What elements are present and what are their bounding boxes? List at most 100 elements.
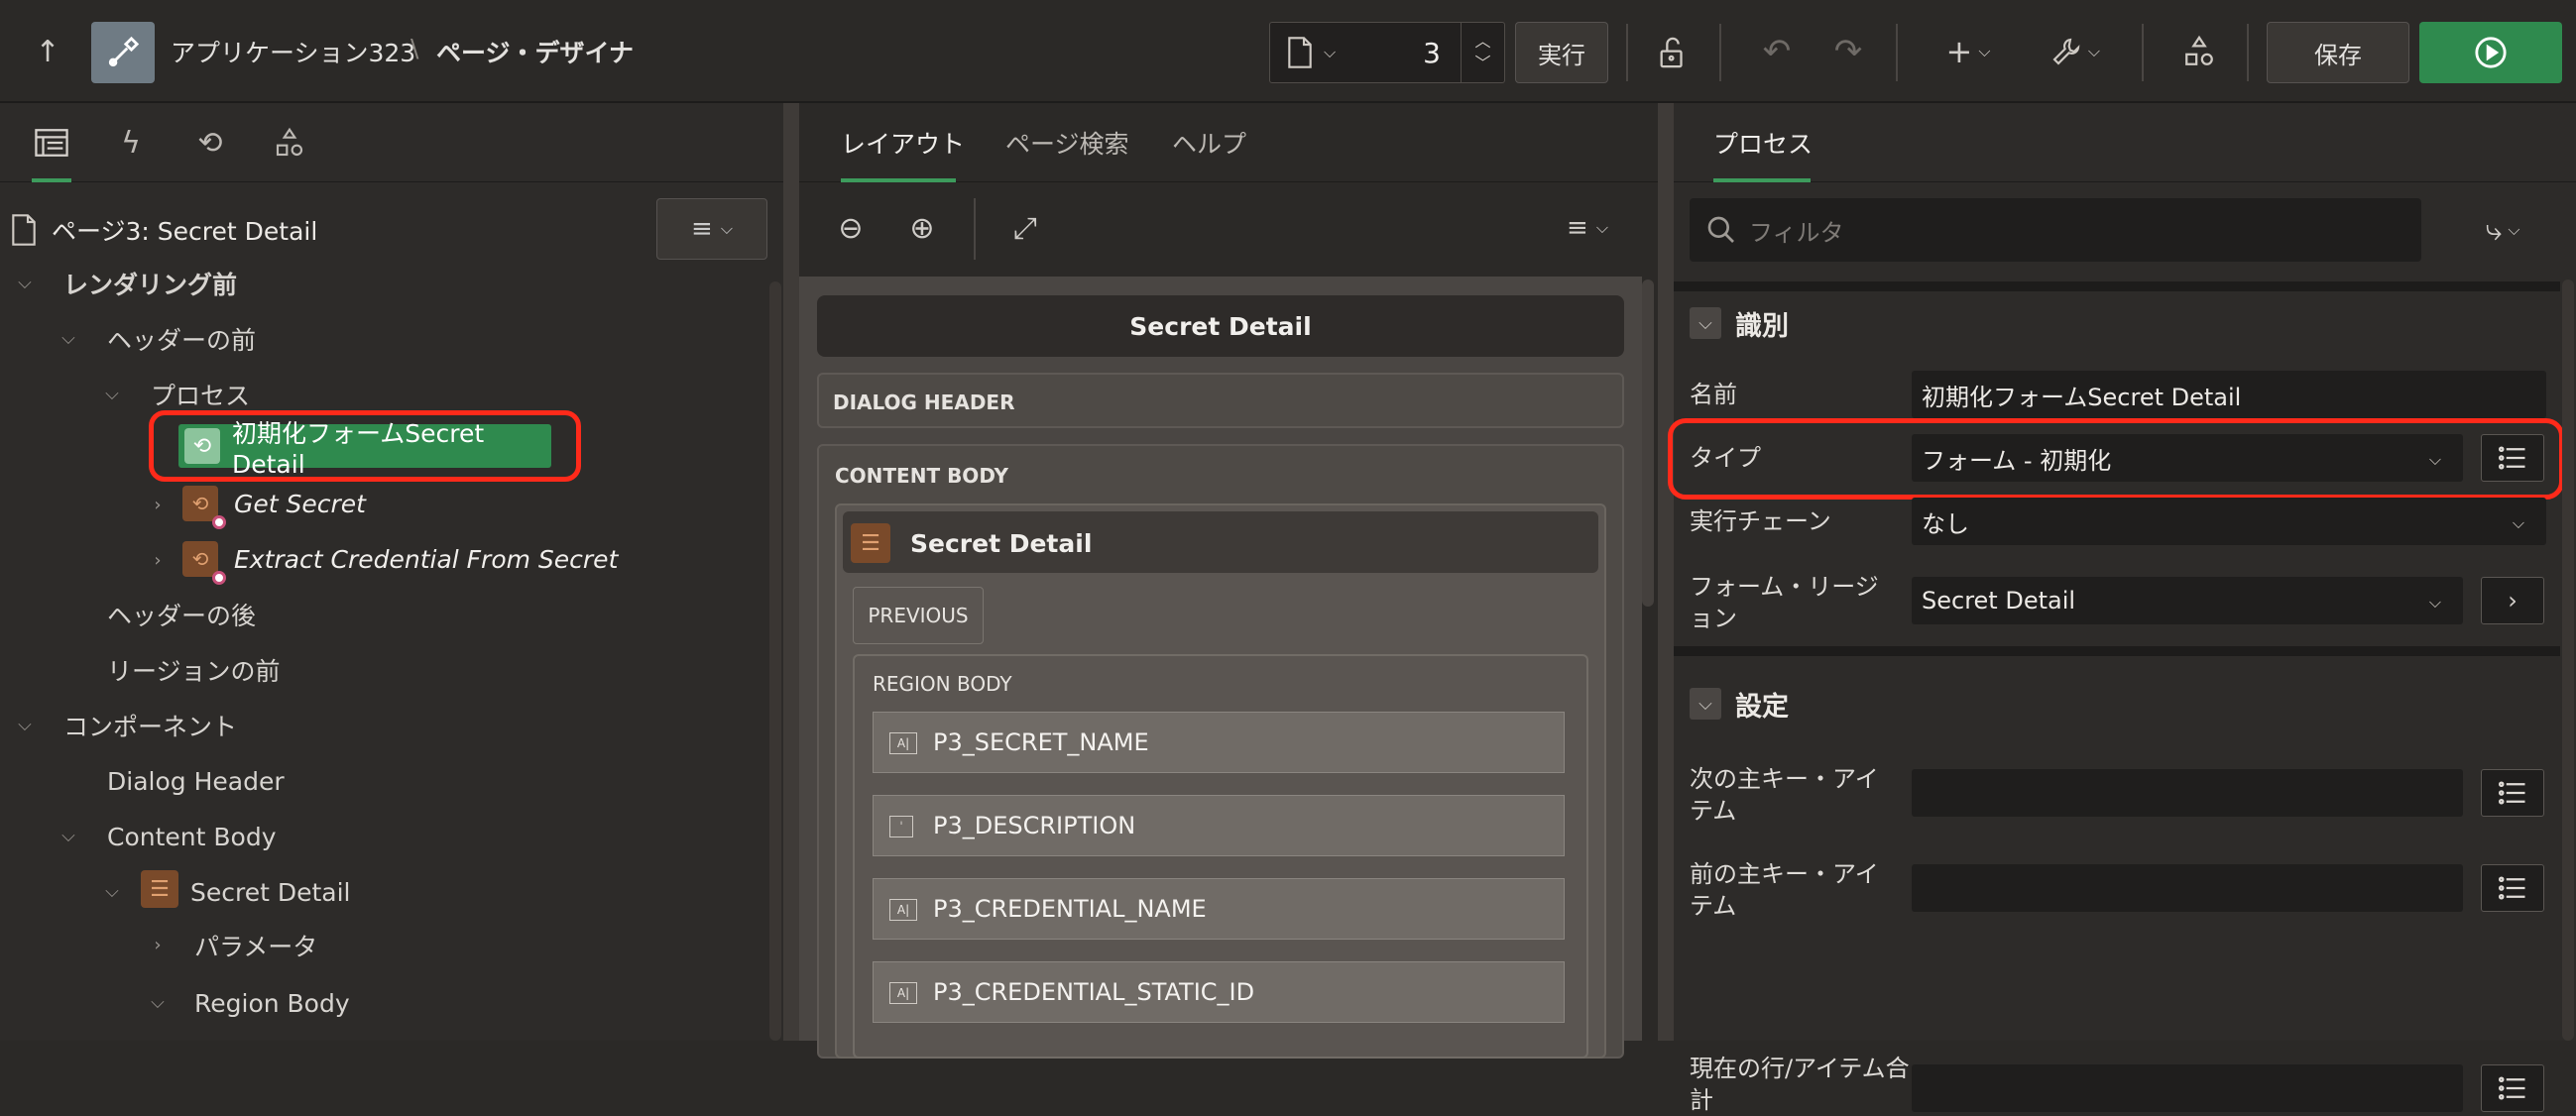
- prev-pk-field[interactable]: [1912, 864, 2463, 912]
- tree-node-get-secret[interactable]: Get Secret: [234, 476, 366, 531]
- tree-node-secret-detail-region[interactable]: Secret Detail: [190, 864, 351, 920]
- tab-page-search[interactable]: ページ検索: [1005, 125, 1129, 161]
- toolbar-divider: [1719, 24, 1721, 81]
- search-icon: [1707, 216, 1734, 243]
- chevron-down-icon[interactable]: ⌵: [1690, 688, 1721, 720]
- next-pk-field[interactable]: [1912, 769, 2463, 817]
- page-selector[interactable]: ⌵ 3 ︿ ﹀: [1269, 22, 1505, 83]
- shared-components-tab-icon[interactable]: [270, 123, 309, 163]
- form-region-select[interactable]: Secret Detail ⌵: [1912, 577, 2463, 624]
- expand-icon[interactable]: ⤢: [1005, 208, 1045, 248]
- unlock-icon[interactable]: [1650, 30, 1696, 75]
- decrement-icon[interactable]: ﹀: [1474, 53, 1490, 74]
- next-pk-list-button[interactable]: [2481, 769, 2544, 817]
- region-icon: ☰: [141, 870, 178, 908]
- tree-node-after-header[interactable]: ヘッダーの後: [107, 587, 256, 642]
- current-row-list-button[interactable]: [2481, 1064, 2544, 1112]
- highlight-box: [1668, 418, 2564, 500]
- increment-icon[interactable]: ︿: [1474, 31, 1490, 53]
- app-builder-icon[interactable]: [91, 22, 155, 83]
- condition-badge-icon: [212, 571, 226, 585]
- tree-node-pre-rendering[interactable]: レンダリング前: [63, 256, 237, 311]
- breadcrumb-app[interactable]: アプリケーション323: [171, 34, 415, 69]
- utilities-wrench-icon[interactable]: ⌵: [2041, 30, 2110, 73]
- save-and-run-button[interactable]: [2419, 22, 2562, 83]
- chevron-down-icon[interactable]: ⌵: [1690, 307, 1721, 339]
- list-icon: [2499, 781, 2525, 805]
- redo-icon[interactable]: ↷: [1826, 30, 1870, 73]
- current-row-total-field[interactable]: [1912, 1064, 2463, 1112]
- up-arrow-icon[interactable]: ↑: [26, 30, 69, 73]
- page-header-bar[interactable]: Secret Detail: [817, 295, 1624, 357]
- previous-button-position[interactable]: PREVIOUS: [853, 587, 984, 644]
- toolbar-divider: [974, 198, 976, 260]
- rendering-tab-icon[interactable]: [32, 123, 71, 163]
- form-region-label: フォーム・リージョン: [1690, 573, 1879, 632]
- region-body-label: REGION BODY: [873, 672, 1012, 696]
- page-item-description[interactable]: ˈ P3_DESCRIPTION: [873, 795, 1565, 856]
- left-scrollbar[interactable]: [769, 281, 781, 1041]
- page-item-credential-static-id[interactable]: A| P3_CREDENTIAL_STATIC_ID: [873, 961, 1565, 1023]
- zoom-out-icon[interactable]: ⊖: [831, 208, 871, 248]
- undo-icon[interactable]: ↶: [1755, 30, 1799, 73]
- shared-components-icon[interactable]: [2177, 30, 2221, 73]
- create-menu-button[interactable]: + ⌵: [1933, 30, 2003, 73]
- chevron-down-icon: ⌵: [1324, 43, 1337, 61]
- tab-layout[interactable]: レイアウト: [841, 125, 965, 161]
- save-button[interactable]: 保存: [2267, 22, 2409, 83]
- tree-menu-button[interactable]: ≡ ⌵: [656, 198, 767, 260]
- prev-pk-label: 前の主キー・アイテム: [1690, 860, 1879, 920]
- page-icon: [12, 214, 36, 246]
- left-tab-bar: ϟ ⟲: [0, 103, 783, 182]
- active-tab-underline: [32, 178, 71, 182]
- name-label: 名前: [1690, 381, 1737, 408]
- name-field[interactable]: 初期化フォームSecret Detail: [1912, 371, 2546, 418]
- tab-process[interactable]: プロセス: [1713, 125, 1813, 161]
- section-identification[interactable]: ⌵ 識別: [1674, 291, 2560, 355]
- condition-badge-icon: [212, 515, 226, 529]
- region-title: Secret Detail: [910, 529, 1093, 558]
- breadcrumb-separator: \: [410, 34, 419, 62]
- tab-help[interactable]: ヘルプ: [1172, 125, 1246, 161]
- tree-node-parameters[interactable]: パラメータ: [194, 918, 317, 973]
- pane-splitter[interactable]: [1658, 103, 1674, 1041]
- page-item-credential-name[interactable]: A| P3_CREDENTIAL_NAME: [873, 878, 1565, 940]
- tree-node-before-regions[interactable]: リージョンの前: [107, 642, 281, 698]
- tree-node-dialog-header[interactable]: Dialog Header: [107, 753, 285, 809]
- page-icon: [1288, 37, 1312, 68]
- page-number-input[interactable]: 3: [1423, 37, 1441, 69]
- processing-tab-icon[interactable]: ⟲: [190, 123, 230, 163]
- tree-node-region-body[interactable]: Region Body: [194, 975, 350, 1031]
- tree-node-content-body[interactable]: Content Body: [107, 809, 276, 864]
- tree-node-components[interactable]: コンポーネント: [63, 698, 237, 753]
- section-settings[interactable]: ⌵ 設定: [1674, 672, 2560, 735]
- execution-chain-select[interactable]: なし ⌵: [1912, 498, 2546, 545]
- layout-menu-button[interactable]: ≡ ⌵: [1553, 208, 1622, 248]
- page-item-secret-name[interactable]: A| P3_SECRET_NAME: [873, 712, 1565, 773]
- filter-input[interactable]: フィルタ: [1690, 198, 2421, 262]
- layout-pane: レイアウト ページ検索 ヘルプ ⊖ ⊕ ⤢ ≡ ⌵ Secret Detail D…: [799, 103, 1658, 1059]
- tree-node-extract-credential[interactable]: Extract Credential From Secret: [234, 531, 618, 587]
- toolbar-divider: [1896, 24, 1898, 81]
- page-title: ページ3: Secret Detail: [52, 217, 318, 246]
- goto-region-button[interactable]: ›: [2481, 577, 2544, 624]
- goto-group-button[interactable]: ⤷ ⌵: [2467, 208, 2538, 252]
- page-title-row[interactable]: ページ3: Secret Detail: [10, 202, 317, 258]
- section-separator: [1674, 281, 2560, 291]
- next-pk-label: 次の主キー・アイテム: [1690, 765, 1879, 825]
- zoom-in-icon[interactable]: ⊕: [902, 208, 942, 248]
- layout-scrollbar[interactable]: [1642, 279, 1654, 607]
- menu-lines-icon: ≡: [691, 214, 713, 244]
- process-icon: ⟲: [182, 486, 218, 521]
- filter-placeholder: フィルタ: [1749, 218, 1844, 247]
- dialog-header-label: DIALOG HEADER: [833, 391, 1015, 414]
- prev-pk-list-button[interactable]: [2481, 864, 2544, 912]
- text-field-icon: A|: [889, 732, 917, 754]
- pane-splitter[interactable]: [783, 103, 799, 1041]
- property-scrollbar[interactable]: [2562, 279, 2574, 1041]
- dynamic-actions-tab-icon[interactable]: ϟ: [111, 123, 151, 163]
- property-tab-bar: プロセス: [1674, 103, 2576, 182]
- go-button[interactable]: 実行: [1515, 22, 1608, 83]
- tree-node-before-header[interactable]: ヘッダーの前: [107, 311, 256, 367]
- toolbar-divider: [2247, 24, 2249, 81]
